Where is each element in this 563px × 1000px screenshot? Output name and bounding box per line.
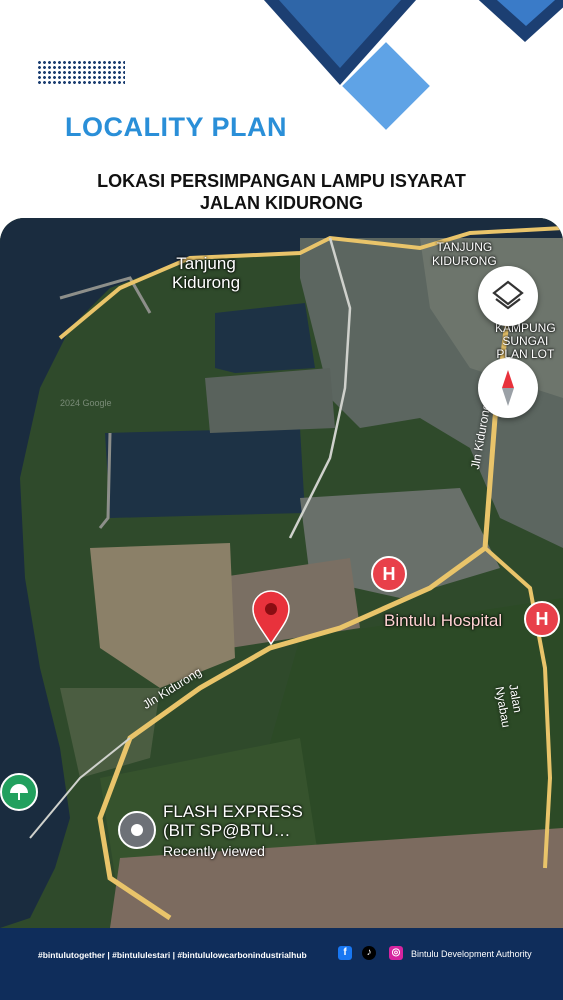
poi-name-line: FLASH EXPRESS: [163, 802, 303, 821]
compass-icon: [502, 370, 514, 406]
umbrella-icon: [10, 784, 28, 800]
footer-hashtags: #bintulutogether | #bintululestari | #bi…: [38, 950, 307, 960]
hospital-marker[interactable]: H: [524, 601, 560, 637]
facebook-icon[interactable]: f: [338, 946, 352, 960]
layers-icon: [492, 280, 524, 310]
compass-button[interactable]: [478, 358, 538, 418]
header: LOCALITY PLAN LOKASI PERSIMPANGAN LAMPU …: [0, 0, 563, 230]
satellite-map[interactable]: Tanjung Kidurong TANJUNG KIDURONG KAMPUN…: [0, 218, 563, 928]
flash-express-marker[interactable]: [118, 811, 156, 849]
hospital-label[interactable]: Bintulu Hospital: [384, 611, 502, 630]
place-label-kampung-sungai: KAMPUNG SUNGAI PLAN LOT: [495, 322, 556, 361]
park-marker[interactable]: [0, 773, 38, 811]
hospital-marker[interactable]: H: [371, 556, 407, 592]
map-watermark: 2024 Google: [60, 398, 112, 408]
place-label-line: Tanjung: [176, 254, 236, 273]
decor-triangle: [488, 0, 563, 26]
place-label-line: Kidurong: [172, 273, 241, 292]
decor-dots: [37, 60, 125, 86]
place-label-line: TANJUNG: [436, 240, 493, 254]
footer: #bintulutogether | #bintululestari | #bi…: [0, 928, 563, 1000]
recently-viewed-label: Recently viewed: [163, 843, 265, 859]
subtitle-line: JALAN KIDURONG: [199, 193, 363, 213]
organization-name: Bintulu Development Authority: [411, 949, 532, 959]
page-title: LOCALITY PLAN: [65, 112, 287, 142]
instagram-icon[interactable]: ◎: [389, 946, 403, 960]
selected-location-pin[interactable]: [251, 590, 291, 646]
poi-name-line: (BIT SP@BTU…: [163, 821, 291, 840]
layers-button[interactable]: [478, 266, 538, 326]
flash-express-label[interactable]: FLASH EXPRESS (BIT SP@BTU… Recently view…: [163, 802, 303, 861]
location-dot-icon: [131, 824, 143, 836]
place-label-tanjung-kidurong: Tanjung Kidurong: [172, 254, 240, 292]
subtitle-line: LOKASI PERSIMPANGAN LAMPU ISYARAT: [97, 171, 466, 191]
place-label-tanjung-kidurong-upper: TANJUNG KIDURONG: [432, 240, 497, 268]
page-subtitle: LOKASI PERSIMPANGAN LAMPU ISYARAT JALAN …: [0, 170, 563, 214]
tiktok-icon[interactable]: ♪: [362, 946, 376, 960]
